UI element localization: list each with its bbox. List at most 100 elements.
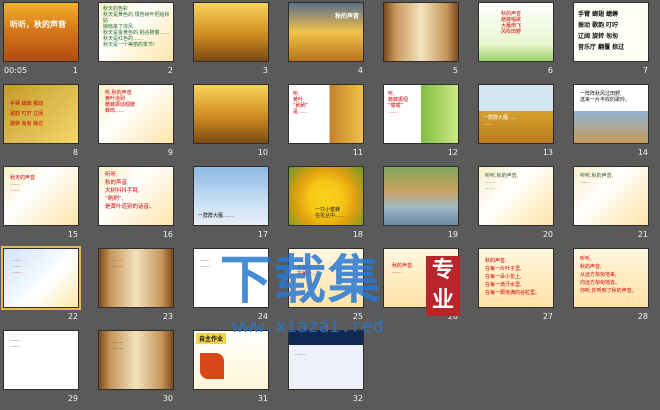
slide-thumbnail[interactable]: 听, 蟋蟀振翅 “嚯嚯” …… 12 xyxy=(380,82,462,163)
slide-number: 28 xyxy=(637,312,648,321)
slide-preview[interactable]: 听, 黄叶 “刷刷” 是…… xyxy=(288,84,364,144)
slide-preview[interactable]: 一群群大雁…… xyxy=(193,166,269,226)
slide-thumbnail[interactable]: 19 xyxy=(380,164,462,245)
slide-text: 听听, 秋的声音, 大树抖抖手臂, “刷刷”, 是黄叶道别的话音。 xyxy=(105,172,155,210)
slide-number: 15 xyxy=(67,230,78,239)
slide-text: 秋的声音, 在每一片叶子里, 在每一朵小花上, 在每一滴汗水里, 在每一颗饱满的… xyxy=(485,258,541,296)
slide-title: 听听，秋的声音 xyxy=(10,20,66,29)
slide-number: 18 xyxy=(352,230,363,239)
slide-text: 秋天的色彩 秋天是黄色的,银杏树叶把给秋姑 娘扇来了凉风 秋天是金黄色的,稻谷随… xyxy=(103,6,170,48)
slide-number: 10 xyxy=(257,148,268,157)
slide-preview[interactable]: …… …… xyxy=(98,330,174,390)
slide-thumbnail[interactable]: 听听,秋的声音, …… …… 20 xyxy=(475,164,557,245)
slide-number: 13 xyxy=(542,148,553,157)
slide-number: 23 xyxy=(162,312,173,321)
slide-thumbnail[interactable]: 手臂 蝉翅 蟋蟀 振动 歌韵 叮咛 辽阔 旋转 匆匆 音乐厅 翻覆 掠过 7 xyxy=(570,0,652,81)
slide-preview[interactable]: 一群群大雁…… …… xyxy=(478,84,554,144)
slide-preview[interactable]: 一阵阵秋风过田野, 送来一片丰收的歌吟。 xyxy=(573,84,649,144)
slide-text: …… …… xyxy=(113,339,123,351)
slide-text: 秋天的声音 …… …… xyxy=(10,175,36,193)
slide-text: 秋的声音 蟋蟀唱歌 大雁南飞 风吹田野 xyxy=(501,11,522,35)
slide-preview[interactable]: …… …… xyxy=(3,330,79,390)
slide-preview[interactable] xyxy=(383,2,459,62)
slide-number: 3 xyxy=(262,66,268,75)
slide-thumbnail[interactable]: 听听，秋的声音 00:05 1 xyxy=(0,0,82,81)
slide-preview[interactable]: 手臂 蝉翅 蟋蟀 振动 歌韵 叮咛 辽阔 旋转 匆匆 音乐厅 翻覆 掠过 xyxy=(573,2,649,62)
slide-number: 8 xyxy=(72,148,78,157)
slide-thumbnail[interactable]: 一群群大雁…… 17 xyxy=(190,164,272,245)
slide-preview[interactable]: 手臂 蟋蟀 振动 歌韵 叮咛 辽阔 旋转 匆匆 掠过 xyxy=(3,84,79,144)
watermark-url: www.xiazai.red xyxy=(232,316,384,337)
slide-text: 听听, 秋的声音, 从远方匆匆地来, 向远方匆匆地去。 你听,你听到了秋的声音。 xyxy=(580,256,637,294)
slide-thumbnail[interactable]: 10 xyxy=(190,82,272,163)
slide-thumbnail[interactable]: 手臂 蟋蟀 振动 歌韵 叮咛 辽阔 旋转 匆匆 掠过 8 xyxy=(0,82,82,163)
slide-thumbnail[interactable]: 5 xyxy=(380,0,462,81)
slide-preview[interactable]: …… …… xyxy=(98,248,174,308)
slide-thumbnail[interactable]: …… …… 23 xyxy=(95,246,177,327)
slide-preview[interactable]: 听听，秋的声音 xyxy=(3,2,79,62)
slide-preview[interactable]: 秋天的色彩 秋天是黄色的,银杏树叶把给秋姑 娘扇来了凉风 秋天是金黄色的,稻谷随… xyxy=(98,2,174,62)
slide-number: 21 xyxy=(637,230,648,239)
slide-number: 27 xyxy=(542,312,553,321)
slide-thumbnail[interactable]: 听听, 秋的声音, 大树抖抖手臂, “刷刷”, 是黄叶道别的话音。 16 xyxy=(95,164,177,245)
slide-thumbnail[interactable]: 听听, 秋的声音, 从远方匆匆地来, 向远方匆匆地去。 你听,你听到了秋的声音。… xyxy=(570,246,652,327)
slide-preview[interactable] xyxy=(383,166,459,226)
slide-text: 听听,秋的声音, …… xyxy=(580,173,614,185)
slide-thumbnail[interactable]: 3 xyxy=(190,0,272,81)
slide-preview[interactable]: 听,秋的声音 黄叶道别 蟋蟀振动翅膀 蝉鸣…… xyxy=(98,84,174,144)
slide-thumbnail[interactable]: 听,秋的声音 黄叶道别 蟋蟀振动翅膀 蝉鸣…… 9 xyxy=(95,82,177,163)
slide-preview[interactable]: 听听,秋的声音, …… xyxy=(573,166,649,226)
slide-text: 听, 黄叶 “刷刷” 是…… xyxy=(293,91,309,115)
slide-preview[interactable] xyxy=(193,84,269,144)
slide-preview[interactable]: 听听, 秋的声音, 大树抖抖手臂, “刷刷”, 是黄叶道别的话音。 xyxy=(98,166,174,226)
slide-text: 一群群大雁…… …… xyxy=(483,115,519,127)
slide-timing: 00:05 xyxy=(4,66,28,75)
slide-thumbnail[interactable]: …… …… …… 22 xyxy=(0,246,82,327)
watermark: 下载集 www.xiazai.red 专 业 xyxy=(216,251,460,352)
slide-preview[interactable]: 一只小蜜蜂 在花丛中…… xyxy=(288,166,364,226)
slide-preview[interactable]: 听, 蟋蟀振翅 “嚯嚯” …… xyxy=(383,84,459,144)
slide-text: …… …… …… xyxy=(12,257,22,275)
slide-thumbnail[interactable]: 听, 黄叶 “刷刷” 是…… 11 xyxy=(285,82,367,163)
slide-number: 29 xyxy=(67,394,78,403)
slide-number: 6 xyxy=(547,66,553,75)
slide-vocab: 手臂 蝉翅 蟋蟀 振动 歌韵 叮咛 辽阔 旋转 匆匆 音乐厅 翻覆 掠过 xyxy=(578,11,625,51)
slide-preview[interactable]: 秋的声音 蟋蟀唱歌 大雁南飞 风吹田野 xyxy=(478,2,554,62)
slide-preview[interactable]: 听听, 秋的声音, 从远方匆匆地来, 向远方匆匆地去。 你听,你听到了秋的声音。 xyxy=(573,248,649,308)
slide-thumbnail[interactable]: 秋天的声音 …… …… 15 xyxy=(0,164,82,245)
slide-thumbnail[interactable]: 一只小蜜蜂 在花丛中…… 18 xyxy=(285,164,367,245)
slide-text: …… …… xyxy=(113,257,123,269)
slide-thumbnail[interactable]: 一阵阵秋风过田野, 送来一片丰收的歌吟。 14 xyxy=(570,82,652,163)
slide-vocab: 手臂 蟋蟀 振动 歌韵 叮咛 辽阔 旋转 匆匆 掠过 xyxy=(10,101,44,127)
slide-number: 30 xyxy=(162,394,173,403)
slide-sorter-grid: 听听，秋的声音 00:05 1 秋天的色彩 秋天是黄色的,银杏树叶把给秋姑 娘扇… xyxy=(0,0,660,410)
slide-thumbnail[interactable]: 一群群大雁…… …… 13 xyxy=(475,82,557,163)
slide-preview[interactable]: 秋天的声音 …… …… xyxy=(3,166,79,226)
slide-text: …… …… xyxy=(10,337,20,349)
slide-number: 12 xyxy=(447,148,458,157)
slide-preview[interactable] xyxy=(193,2,269,62)
slide-thumbnail[interactable]: 秋天的色彩 秋天是黄色的,银杏树叶把给秋姑 娘扇来了凉风 秋天是金黄色的,稻谷随… xyxy=(95,0,177,81)
slide-text: 一只小蜜蜂 在花丛中…… xyxy=(315,207,346,219)
slide-thumbnail[interactable]: 听听,秋的声音, …… 21 xyxy=(570,164,652,245)
watermark-badge: 专 业 xyxy=(426,256,460,316)
slide-number: 16 xyxy=(162,230,173,239)
slide-preview[interactable]: 听听,秋的声音, …… …… xyxy=(478,166,554,226)
slide-number: 2 xyxy=(167,66,173,75)
slide-text: 一阵阵秋风过田野, 送来一片丰收的歌吟。 xyxy=(580,91,631,103)
slide-thumbnail[interactable]: 秋的声音 蟋蟀唱歌 大雁南飞 风吹田野 6 xyxy=(475,0,557,81)
slide-preview[interactable]: …… …… …… xyxy=(1,246,81,310)
slide-number: 9 xyxy=(167,148,173,157)
slide-thumbnail[interactable]: 秋的声音, 在每一片叶子里, 在每一朵小花上, 在每一滴汗水里, 在每一颗饱满的… xyxy=(475,246,557,327)
slide-thumbnail[interactable]: 秋的声音 4 xyxy=(285,0,367,81)
slide-thumbnail[interactable]: …… …… 29 xyxy=(0,328,82,409)
slide-number: 11 xyxy=(352,148,363,157)
slide-number: 4 xyxy=(357,66,363,75)
slide-preview[interactable]: 秋的声音 xyxy=(288,2,364,62)
slide-number: 17 xyxy=(257,230,268,239)
slide-text: 听,秋的声音 黄叶道别 蟋蟀振动翅膀 蝉鸣…… xyxy=(105,90,136,114)
maple-leaf-icon xyxy=(200,353,224,379)
watermark-title: 下载集 xyxy=(220,251,383,311)
slide-thumbnail[interactable]: …… …… 30 xyxy=(95,328,177,409)
slide-preview[interactable]: 秋的声音, 在每一片叶子里, 在每一朵小花上, 在每一滴汗水里, 在每一颗饱满的… xyxy=(478,248,554,308)
